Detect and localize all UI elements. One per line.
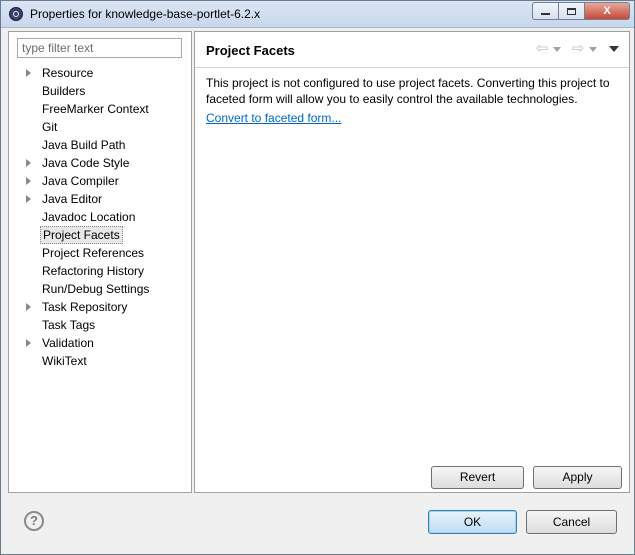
tree-item-wikitext[interactable]: WikiText xyxy=(9,352,191,370)
revert-button[interactable]: Revert xyxy=(431,466,524,489)
filter-input[interactable] xyxy=(17,38,182,58)
page-header: Project Facets ⇦ ⇨ xyxy=(195,32,629,68)
expand-arrow-icon[interactable] xyxy=(26,298,34,316)
expand-arrow-icon[interactable] xyxy=(26,154,34,172)
tree-item-label: Project References xyxy=(42,246,145,260)
window-controls: X xyxy=(532,2,630,20)
apply-button[interactable]: Apply xyxy=(533,466,622,489)
tree-item-freemarker-context[interactable]: FreeMarker Context xyxy=(9,100,191,118)
property-page: Project Facets ⇦ ⇨ This project is not c… xyxy=(194,31,630,493)
maximize-icon xyxy=(567,7,576,15)
back-dropdown-icon[interactable] xyxy=(553,46,561,52)
tree-item-label: Run/Debug Settings xyxy=(42,282,150,296)
tree-item-java-editor[interactable]: Java Editor xyxy=(9,190,191,208)
minimize-icon xyxy=(541,13,550,15)
cancel-button[interactable]: Cancel xyxy=(526,510,617,534)
tree-item-label: Builders xyxy=(42,84,86,98)
tree-item-builders[interactable]: Builders xyxy=(9,82,191,100)
tree-item-project-facets[interactable]: Project Facets xyxy=(9,226,191,244)
forward-dropdown-icon[interactable] xyxy=(589,46,597,52)
tree-item-label: Java Compiler xyxy=(42,174,119,188)
tree-item-label: Task Repository xyxy=(42,300,128,314)
page-description: This project is not configured to use pr… xyxy=(206,76,610,106)
tree-item-label: Java Code Style xyxy=(42,156,130,170)
back-arrow-icon[interactable]: ⇦ xyxy=(535,41,549,56)
help-icon[interactable]: ? xyxy=(24,511,44,531)
tree-item-validation[interactable]: Validation xyxy=(9,334,191,352)
tree-item-label: FreeMarker Context xyxy=(42,102,149,116)
tree-item-task-tags[interactable]: Task Tags xyxy=(9,316,191,334)
expand-arrow-icon[interactable] xyxy=(26,172,34,190)
maximize-button[interactable] xyxy=(559,2,585,20)
tree-item-java-build-path[interactable]: Java Build Path xyxy=(9,136,191,154)
title-bar[interactable]: Properties for knowledge-base-portlet-6.… xyxy=(1,1,634,28)
tree-item-resource[interactable]: Resource xyxy=(9,64,191,82)
ok-button[interactable]: OK xyxy=(428,510,517,534)
tree-item-run-debug-settings[interactable]: Run/Debug Settings xyxy=(9,280,191,298)
tree-item-label: Resource xyxy=(42,66,94,80)
convert-to-faceted-form-link[interactable]: Convert to faceted form... xyxy=(206,111,341,125)
close-button[interactable]: X xyxy=(585,2,630,20)
tree-item-javadoc-location[interactable]: Javadoc Location xyxy=(9,208,191,226)
tree-item-label: WikiText xyxy=(42,354,87,368)
tree-item-label: Task Tags xyxy=(42,318,96,332)
expand-arrow-icon[interactable] xyxy=(26,64,34,82)
forward-arrow-icon[interactable]: ⇨ xyxy=(571,41,585,56)
tree-item-label: Refactoring History xyxy=(42,264,145,278)
tree-item-label: Project Facets xyxy=(40,226,123,244)
expand-arrow-icon[interactable] xyxy=(26,334,34,352)
tree-item-java-code-style[interactable]: Java Code Style xyxy=(9,154,191,172)
page-title: Project Facets xyxy=(206,43,295,58)
expand-arrow-icon[interactable] xyxy=(26,190,34,208)
tree-item-project-references[interactable]: Project References xyxy=(9,244,191,262)
tree-item-git[interactable]: Git xyxy=(9,118,191,136)
minimize-button[interactable] xyxy=(532,2,559,20)
tree-item-label: Validation xyxy=(42,336,94,350)
tree-item-refactoring-history[interactable]: Refactoring History xyxy=(9,262,191,280)
tree-item-label: Git xyxy=(42,120,58,134)
navigation-panel: Resource Builders FreeMarker Context Git Jav… xyxy=(8,31,192,493)
tree-item-task-repository[interactable]: Task Repository xyxy=(9,298,191,316)
properties-dialog: Properties for knowledge-base-portlet-6.… xyxy=(0,0,635,555)
view-menu-icon[interactable] xyxy=(609,46,619,52)
property-tree: Resource Builders FreeMarker Context Git Jav… xyxy=(9,64,191,370)
tree-item-java-compiler[interactable]: Java Compiler xyxy=(9,172,191,190)
tree-item-label: Java Build Path xyxy=(42,138,126,152)
eclipse-icon xyxy=(9,7,23,21)
window-title: Properties for knowledge-base-portlet-6.… xyxy=(30,7,261,21)
page-navigation: ⇦ ⇨ xyxy=(535,41,619,56)
close-icon: X xyxy=(603,5,611,17)
tree-item-label: Javadoc Location xyxy=(42,210,136,224)
tree-item-label: Java Editor xyxy=(42,192,103,206)
